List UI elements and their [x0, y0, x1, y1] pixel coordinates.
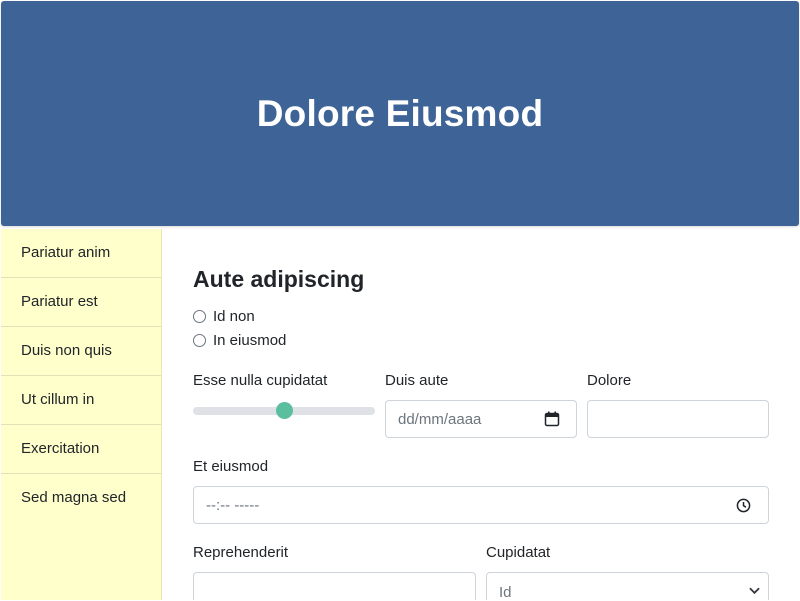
- date-label: Duis aute: [385, 372, 449, 389]
- calendar-icon[interactable]: [544, 411, 560, 427]
- range-label: Esse nulla cupidatat: [193, 372, 328, 389]
- form-title: Aute adipiscing: [193, 266, 365, 292]
- reprehenderit-label: Reprehenderit: [193, 544, 289, 561]
- dolore-label: Dolore: [587, 372, 632, 389]
- radio-button[interactable]: [193, 309, 206, 323]
- sidebar-item-label: Ut cillum in: [21, 391, 95, 408]
- radio-label: In eiusmod: [213, 331, 287, 349]
- clock-icon[interactable]: [736, 498, 751, 513]
- reprehenderit-input[interactable]: [193, 572, 476, 600]
- sidebar-item-label: Pariatur est: [21, 293, 98, 310]
- radio-id-non[interactable]: Id non: [193, 305, 255, 327]
- time-label: Et eiusmod: [193, 458, 269, 475]
- radio-label: Id non: [213, 307, 255, 325]
- time-placeholder: --:-- -----: [206, 496, 260, 514]
- radio-in-eiusmod[interactable]: In eiusmod: [193, 329, 286, 351]
- sidebar-item-sed-magna-sed[interactable]: Sed magna sed: [1, 474, 161, 523]
- sidebar-item-pariatur-anim[interactable]: Pariatur anim: [1, 229, 161, 278]
- sidebar-item-label: Exercitation: [21, 440, 100, 457]
- select-value: Id: [499, 584, 512, 601]
- form-panel: Aute adipiscing Id non In eiusmod Esse n…: [193, 229, 769, 601]
- chevron-down-icon: [749, 587, 760, 595]
- sidebar-item-pariatur-est[interactable]: Pariatur est: [1, 278, 161, 327]
- radio-button[interactable]: [193, 333, 206, 347]
- page-header: Dolore Eiusmod: [1, 1, 799, 226]
- range-thumb[interactable]: [275, 402, 293, 419]
- date-input[interactable]: dd/mm/aaaa: [385, 400, 577, 438]
- sidebar-item-label: Sed magna sed: [21, 489, 127, 506]
- sidebar: Pariatur anim Pariatur est Duis non quis…: [1, 229, 162, 600]
- sidebar-item-duis-non-quis[interactable]: Duis non quis: [1, 327, 161, 376]
- sidebar-item-ut-cillum-in[interactable]: Ut cillum in: [1, 376, 161, 425]
- sidebar-item-label: Pariatur anim: [21, 244, 111, 261]
- time-input[interactable]: --:-- -----: [193, 486, 769, 524]
- page-title: Dolore Eiusmod: [256, 92, 544, 134]
- date-placeholder: dd/mm/aaaa: [398, 410, 482, 428]
- sidebar-item-exercitation[interactable]: Exercitation: [1, 425, 161, 474]
- select-label: Cupidatat: [486, 544, 551, 561]
- cupidatat-select[interactable]: Id: [486, 572, 769, 601]
- sidebar-item-label: Duis non quis: [21, 342, 112, 359]
- dolore-input[interactable]: [587, 400, 769, 438]
